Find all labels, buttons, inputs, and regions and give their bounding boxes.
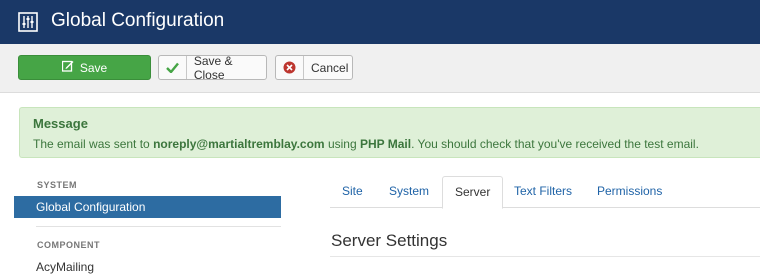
tab-site[interactable]: Site [330,176,375,208]
sidebar-divider [36,226,281,227]
tab-permissions[interactable]: Permissions [585,176,674,208]
tab-text-filters[interactable]: Text Filters [502,176,584,208]
edit-icon [61,60,80,75]
tab-server[interactable]: Server [442,176,504,209]
save-close-label: Save & Close [193,53,233,82]
save-label: Save [79,60,108,75]
save-close-button[interactable]: Save & Close [158,53,267,82]
save-button[interactable]: Save [18,55,151,80]
message-heading: Message [33,116,88,131]
message-text: using [324,137,360,151]
sidebar-section-system: SYSTEM [37,180,78,190]
page-title: Global Configuration [51,10,225,31]
sidebar-section-component: COMPONENT [37,240,100,250]
tab-system[interactable]: System [377,176,441,208]
message-text: The email was sent to [33,137,154,151]
message-email: noreply@martialtremblay.com [153,137,325,151]
app-header: Global Configuration [0,0,760,44]
success-message: Message The email was sent to noreply@ma… [19,107,760,158]
section-title: Server Settings [331,231,448,250]
message-mailer: PHP Mail [359,137,412,151]
cancel-label: Cancel [311,60,349,75]
toolbar: Save Save & Close Cancel [0,44,760,93]
sidebar-item-acymailing[interactable]: AcyMailing [14,256,281,278]
cancel-circle-icon [276,56,304,79]
message-body: The email was sent to noreply@martialtre… [33,137,699,151]
section-divider [330,256,760,257]
sidebar-item-global-configuration[interactable]: Global Configuration [14,196,281,218]
checkmark-icon [159,56,187,79]
message-text: . You should check that you've received … [411,137,699,151]
cancel-button[interactable]: Cancel [275,55,353,80]
config-tabs: Site System Server Text Filters Permissi… [330,176,760,209]
equalizer-icon [18,12,38,32]
